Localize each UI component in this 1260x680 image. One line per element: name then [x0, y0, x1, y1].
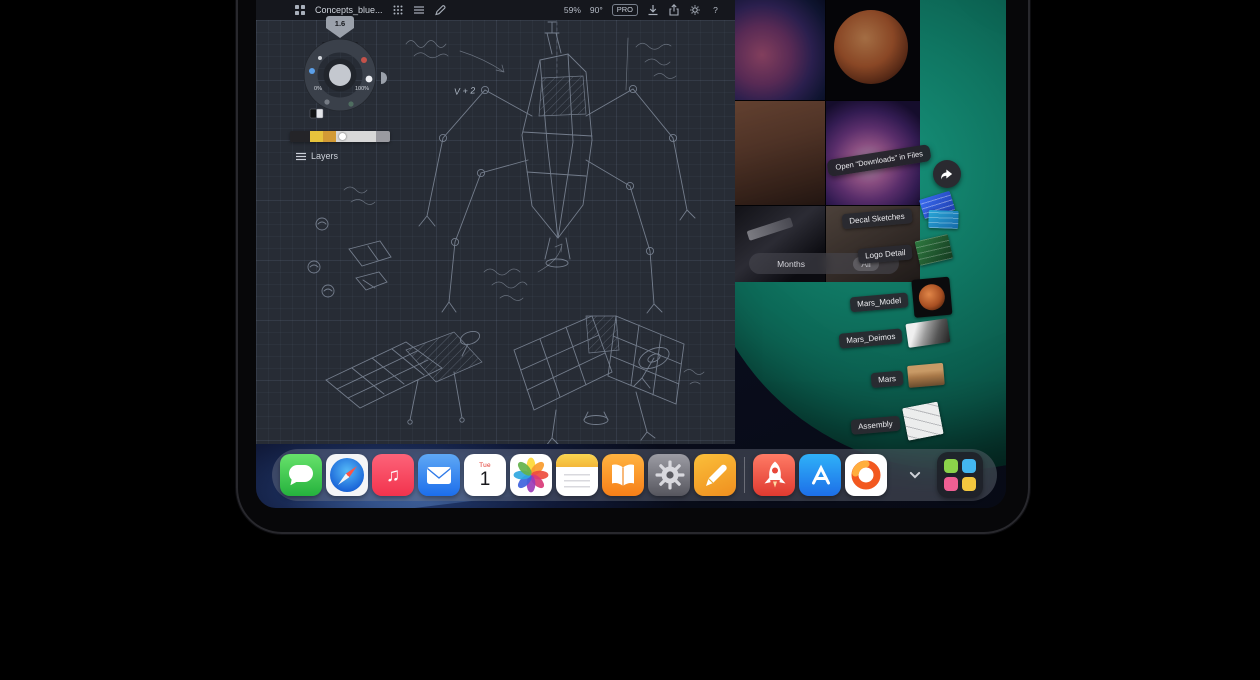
gear-icon	[648, 454, 690, 496]
open-book-icon	[602, 454, 644, 496]
contrast-half-icon[interactable]	[381, 72, 387, 84]
appstore-a-icon	[799, 454, 841, 496]
pro-badge[interactable]: PRO	[612, 4, 638, 16]
orange-ring-icon	[845, 454, 887, 496]
dock-app-music[interactable]: ♫	[372, 454, 414, 496]
swatch-marker[interactable]	[339, 133, 346, 140]
share-icon[interactable]	[668, 4, 680, 16]
envelope-icon	[418, 454, 460, 496]
color-dot-light[interactable]	[318, 56, 322, 60]
tab-all[interactable]: All	[853, 257, 878, 271]
photo-tile-pink-nebula[interactable]	[735, 0, 825, 100]
help-button[interactable]: ?	[710, 5, 721, 15]
chevron-down-icon	[905, 465, 925, 485]
ipad-device-frame: Concepts_blue... 59% 90° PRO	[236, 0, 1030, 534]
color-dot-red[interactable]	[361, 57, 367, 63]
photos-flower-icon	[510, 454, 552, 496]
dock-app-books[interactable]	[602, 454, 644, 496]
dock-app-notes[interactable]	[556, 454, 598, 496]
photo-tile-mars-surface[interactable]	[735, 101, 825, 205]
dock-recent-apps	[753, 454, 887, 496]
photo-tile-orion-nebula[interactable]	[826, 101, 920, 205]
dock-app-mail[interactable]	[418, 454, 460, 496]
sketch-annotation: V + 2	[454, 85, 476, 96]
active-swatch-pair[interactable]	[310, 109, 323, 118]
layers-label: Layers	[311, 151, 338, 161]
color-dot-white[interactable]	[366, 76, 373, 83]
calendar-day: 1	[480, 470, 491, 489]
swatch-charcoal[interactable]	[290, 131, 310, 142]
dock: ♫ Tue 1	[272, 449, 997, 501]
calendar-weekday: Tue	[479, 462, 491, 469]
brush-wheel[interactable]: 1.6 1.6 pts 0% 100%	[280, 13, 400, 143]
dock-app-calendar[interactable]: Tue 1	[464, 454, 506, 496]
photos-view-tabs: Months All	[749, 253, 899, 274]
list-tool-icon[interactable]	[413, 4, 425, 16]
app-library-tile-green	[944, 459, 958, 473]
dock-collapse-chevron[interactable]	[903, 463, 927, 487]
layers-menu-icon	[296, 152, 306, 161]
settings-gear-icon[interactable]	[689, 4, 701, 16]
swatch-yellow[interactable]	[310, 131, 323, 142]
dock-app-messages[interactable]	[280, 454, 322, 496]
brush-size-value: 1.6	[335, 19, 345, 28]
app-library-tile-yellow	[962, 477, 976, 491]
rotation-angle[interactable]: 90°	[590, 5, 603, 15]
color-swatch-bar[interactable]	[290, 131, 390, 142]
dock-app-orange[interactable]	[845, 454, 887, 496]
ipad-screen: Concepts_blue... 59% 90° PRO	[256, 0, 1006, 508]
music-note-icon: ♫	[386, 466, 400, 485]
photos-grid	[735, 0, 920, 282]
dock-app-settings[interactable]	[648, 454, 690, 496]
message-bubble-icon	[289, 465, 313, 482]
app-library-tile-blue	[962, 459, 976, 473]
import-icon[interactable]	[647, 4, 659, 16]
tab-months[interactable]: Months	[769, 257, 813, 271]
rocket-icon	[753, 454, 795, 496]
opacity-min-label: 0%	[314, 86, 322, 92]
swatch-gray[interactable]	[376, 131, 390, 142]
scene: Concepts_blue... 59% 90° PRO	[0, 0, 1260, 680]
dock-app-safari[interactable]	[326, 454, 368, 496]
dock-app-sketch[interactable]	[694, 454, 736, 496]
dock-app-rocket[interactable]	[753, 454, 795, 496]
color-dot-gray[interactable]	[324, 99, 329, 104]
photos-app-window: Months All	[735, 0, 920, 282]
color-dot-blue[interactable]	[309, 68, 315, 74]
dock-divider	[744, 457, 745, 493]
photo-tile-mars-globe[interactable]	[826, 0, 920, 100]
pen-tool-icon[interactable]	[434, 4, 446, 16]
wheel-center-knob[interactable]	[329, 64, 351, 86]
concepts-app-window: Concepts_blue... 59% 90° PRO	[256, 0, 735, 444]
dock-pinned-apps: ♫ Tue 1	[280, 454, 736, 496]
zoom-level[interactable]: 59%	[564, 5, 581, 15]
dock-app-photos[interactable]	[510, 454, 552, 496]
layers-panel-toggle[interactable]: Layers	[296, 151, 338, 161]
app-library-icon[interactable]	[937, 452, 983, 498]
pencil-icon	[694, 454, 736, 496]
color-dot-green[interactable]	[348, 101, 353, 106]
opacity-max-label: 100%	[355, 86, 369, 92]
swatch-amber[interactable]	[323, 131, 336, 142]
app-library-tile-pink	[944, 477, 958, 491]
dock-app-appstore[interactable]	[799, 454, 841, 496]
